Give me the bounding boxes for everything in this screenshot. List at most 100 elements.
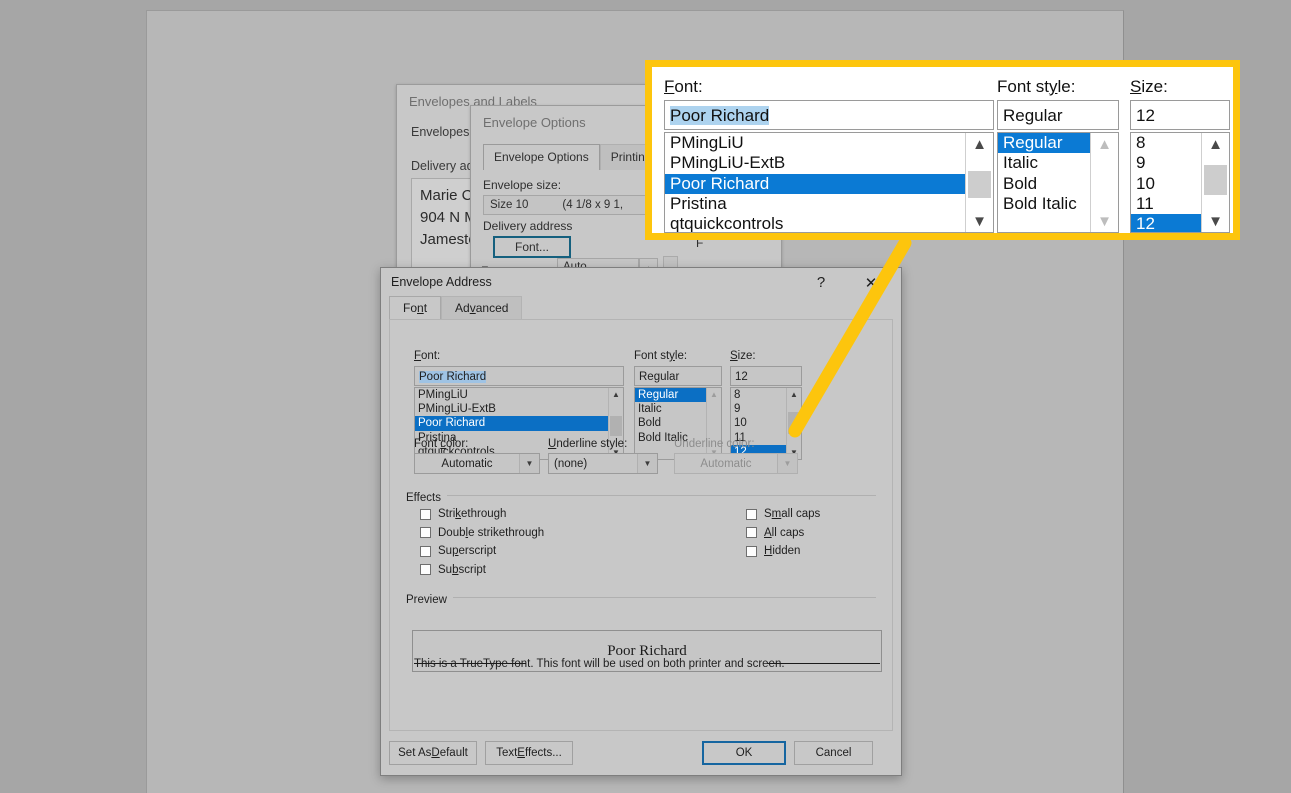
chevron-down-icon: ▼ [777,454,797,473]
list-item[interactable]: qtquickcontrols [665,214,965,232]
list-item[interactable]: 8 [731,388,786,402]
checkbox-box[interactable] [746,545,757,557]
checkbox-double-strikethrough[interactable]: Double strikethrough [420,527,544,539]
checkbox-box[interactable] [420,527,431,538]
preview-caption: Preview [406,594,453,606]
tab-advanced[interactable]: Advanced [441,296,523,320]
text-effects-button[interactable]: Text Effects... [485,741,573,765]
chevron-down-icon[interactable]: ▼ [966,210,993,232]
list-item[interactable]: Bold Italic [998,194,1090,214]
envelope-size-dimensions: (4 1/8 x 9 1, [562,199,624,211]
callout-font-listbox[interactable]: PMingLiU PMingLiU-ExtB Poor Richard Pris… [664,132,994,233]
checkbox-box[interactable] [420,545,431,557]
list-item[interactable]: 8 [1131,133,1201,153]
chevron-up-icon[interactable]: ▲ [1091,133,1118,155]
list-item-selected[interactable]: Poor Richard [415,416,608,431]
list-item[interactable]: PMingLiU [665,133,965,153]
callout-font-scrollbar[interactable]: ▲ ▼ [965,133,993,232]
scrollbar-thumb[interactable] [1204,165,1227,195]
list-item-selected[interactable]: Regular [998,133,1090,154]
set-as-default-button[interactable]: Set As Default [389,741,477,765]
checkbox-box[interactable] [746,527,757,538]
help-question-icon[interactable]: ? [799,268,843,297]
dialog-tabstrip: Font Advanced [389,296,523,320]
list-item-selected[interactable]: Poor Richard [665,173,965,194]
list-item[interactable]: Bold [998,174,1090,194]
callout-font-input[interactable]: Poor Richard [664,100,994,130]
scrollbar-thumb[interactable] [968,171,991,198]
list-item[interactable]: 11 [1131,194,1201,214]
list-item[interactable]: 10 [731,416,786,430]
font-style-input[interactable]: Regular [634,366,722,386]
checkbox-box[interactable] [420,564,431,575]
callout-style-value: Regular [1003,106,1063,125]
close-x-icon[interactable]: ✕ [849,268,893,297]
list-item[interactable]: PMingLiU-ExtB [665,153,965,173]
list-item[interactable]: 9 [731,402,786,416]
delivery-address-label: Delivery ad [411,159,474,173]
list-item[interactable]: 10 [1131,174,1201,194]
chevron-up-icon[interactable]: ▲ [609,388,623,401]
font-color-dropdown[interactable]: Automatic ▼ [414,453,540,474]
checkbox-label: All caps [764,526,805,539]
callout-style-listbox[interactable]: Regular Italic Bold Bold Italic ▲ ▼ [997,132,1119,233]
delivery-address-group-caption: Delivery address [483,219,573,233]
list-item-selected[interactable]: 12 [1131,214,1201,232]
underline-color-value: Automatic [700,457,752,470]
font-size-input[interactable]: 12 [730,366,802,386]
underline-style-dropdown[interactable]: (none) ▼ [548,453,658,474]
callout-font-label: Font: [664,77,703,96]
list-item[interactable]: PMingLiU [415,388,608,402]
font-label: Font: [414,350,441,362]
ok-button[interactable]: OK [702,741,786,765]
scrollbar-thumb[interactable] [610,416,622,436]
callout-size-scrollbar[interactable]: ▲ ▼ [1201,133,1229,232]
callout-style-input[interactable]: Regular [997,100,1119,130]
chevron-up-icon[interactable]: ▲ [787,388,801,401]
preview-rule-right [768,663,880,664]
callout-size-input[interactable]: 12 [1130,100,1230,130]
chevron-down-icon[interactable]: ▼ [637,454,657,473]
checkbox-superscript[interactable]: Superscript [420,545,544,557]
checkbox-hidden[interactable]: Hidden [746,545,820,557]
checkbox-small-caps[interactable]: Small caps [746,508,820,520]
checkbox-box[interactable] [746,508,757,520]
group-divider [406,597,876,598]
callout-size-label: Size: [1130,77,1168,96]
dialog-titlebar: Envelope Address ? ✕ [381,268,901,297]
callout-size-listbox[interactable]: 8 9 10 11 12 ▲ ▼ [1130,132,1230,233]
preview-sample-text: Poor Richard [607,642,687,659]
callout-style-scrollbar[interactable]: ▲ ▼ [1090,133,1118,232]
list-item[interactable]: 9 [1131,153,1201,173]
effects-left-column: Strikethrough Double strikethrough Super… [420,508,544,582]
font-style-value: Regular [639,371,680,383]
envelopes-tab[interactable]: Envelopes [411,125,469,139]
scrollbar-thumb[interactable] [788,412,800,434]
chevron-up-icon[interactable]: ▲ [1202,133,1229,155]
font-size-label: Size: [730,350,756,362]
checkbox-box[interactable] [420,508,431,520]
checkbox-label: Double strikethrough [438,526,545,539]
list-item[interactable]: PMingLiU-ExtB [415,402,608,416]
tab-envelope-options[interactable]: Envelope Options [483,144,600,170]
list-item[interactable]: Pristina [665,194,965,214]
chevron-down-icon[interactable]: ▼ [1091,210,1118,232]
chevron-up-icon[interactable]: ▲ [707,388,721,401]
checkbox-all-caps[interactable]: All caps [746,527,820,539]
font-name-input[interactable]: Poor Richard [414,366,624,386]
chevron-up-icon[interactable]: ▲ [966,133,993,155]
list-item-selected[interactable]: Regular [635,388,706,403]
checkbox-strikethrough[interactable]: Strikethrough [420,508,544,520]
list-item[interactable]: Italic [635,402,706,416]
callout-style-label: Font style: [997,77,1076,96]
list-item[interactable]: Bold [635,416,706,430]
font-type-note: This is a TrueType font. This font will … [414,658,785,670]
tab-font[interactable]: Font [389,296,442,320]
delivery-address-font-button[interactable]: Font... [493,236,571,258]
chevron-down-icon[interactable]: ▼ [519,454,539,473]
list-item[interactable]: Italic [998,153,1090,173]
dialog-title: Envelope Address [391,275,492,289]
checkbox-subscript[interactable]: Subscript [420,564,544,576]
chevron-down-icon[interactable]: ▼ [1202,210,1229,232]
cancel-button[interactable]: Cancel [794,741,873,765]
